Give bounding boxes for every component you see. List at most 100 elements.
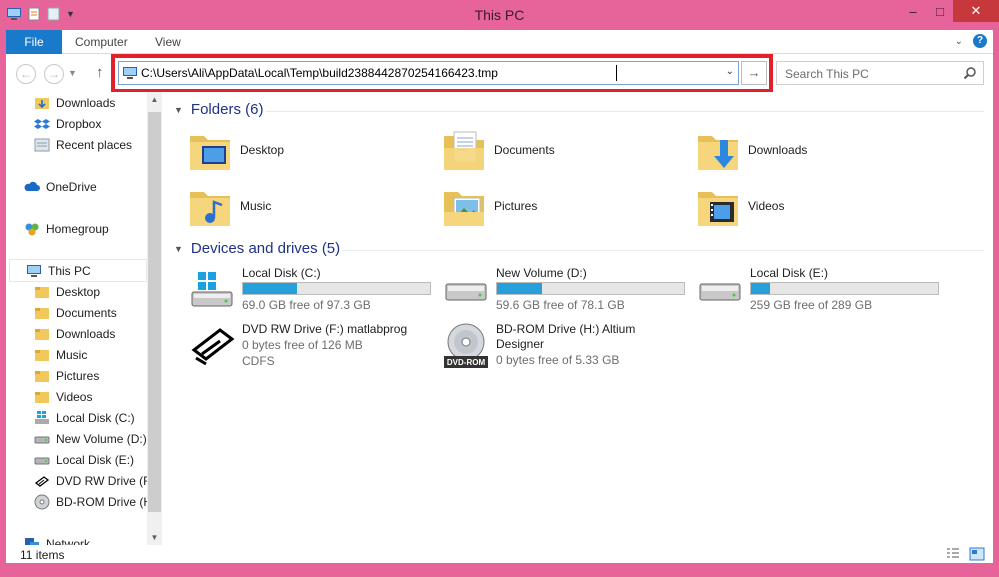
drive-icon xyxy=(34,436,50,443)
folder-icon xyxy=(35,286,49,298)
close-icon[interactable]: ✕ xyxy=(953,0,999,22)
sidebar-item-bd-rom-drive[interactable]: BD-ROM Drive (H xyxy=(34,491,162,512)
explorer-window: ▼ This PC – □ ✕ File Computer View ⌄ ? ←… xyxy=(0,0,999,577)
minimize-icon[interactable]: – xyxy=(899,0,927,22)
drives-group-header[interactable]: ▼ Devices and drives (5) xyxy=(174,240,340,257)
sidebar-scrollbar[interactable]: ▲ ▼ xyxy=(147,92,162,546)
sidebar-item-label: Desktop xyxy=(56,284,101,299)
sidebar-item-pictures[interactable]: Pictures xyxy=(34,365,162,386)
onedrive-icon xyxy=(24,181,40,191)
chevron-down-icon[interactable]: ⌄ xyxy=(726,66,734,77)
go-button[interactable]: → xyxy=(741,61,767,85)
view-buttons xyxy=(945,547,985,561)
folder-downloads[interactable]: Downloads xyxy=(690,124,930,176)
folders-header-label: Folders (6) xyxy=(190,101,264,118)
search-icon[interactable] xyxy=(963,66,977,80)
main-content: ▼ Folders (6) Desktop Documents Download… xyxy=(166,92,993,546)
sidebar-item-dropbox[interactable]: Dropbox xyxy=(34,113,162,134)
sidebar-item-label: OneDrive xyxy=(46,179,97,194)
drives-header-label: Devices and drives (5) xyxy=(190,240,341,257)
sidebar-item-label: Local Disk (C:) xyxy=(56,410,135,425)
folder-pictures[interactable]: Pictures xyxy=(436,180,676,232)
drive-label: BD-ROM Drive (H:) Altium Designer xyxy=(496,322,636,351)
address-bar[interactable]: C:\Users\Ali\AppData\Local\Temp\build238… xyxy=(118,61,739,85)
downloads-folder-icon xyxy=(35,97,49,109)
drive-new-volume-d[interactable]: New Volume (D:) 59.6 GB free of 78.1 GB xyxy=(436,266,686,322)
drive-local-disk-c[interactable]: Local Disk (C:) 69.0 GB free of 97.3 GB xyxy=(182,266,432,322)
drive-bd-rom-h[interactable]: DVD-ROM BD-ROM Drive (H:) Altium Designe… xyxy=(436,322,686,370)
sidebar-item-label: Music xyxy=(56,347,88,362)
windows-drive-icon xyxy=(191,272,233,307)
homegroup-icon xyxy=(25,223,39,235)
tab-view[interactable]: View xyxy=(155,30,181,54)
drive-free-space: 259 GB free of 289 GB xyxy=(750,298,873,312)
ribbon-tabs: File Computer View ⌄ ? xyxy=(6,30,993,54)
maximize-icon[interactable]: □ xyxy=(927,0,953,22)
drive-free-space: 0 bytes free of 126 MB xyxy=(242,338,363,352)
recent-places-icon xyxy=(34,138,50,151)
folder-videos[interactable]: Videos xyxy=(690,180,930,232)
sidebar-item-onedrive[interactable]: OneDrive xyxy=(24,176,162,197)
sidebar-item-label: Dropbox xyxy=(56,116,102,131)
help-icon[interactable]: ? xyxy=(973,34,987,48)
sidebar-item-label: Downloads xyxy=(56,95,116,110)
sidebar-item-downloads[interactable]: Downloads xyxy=(34,92,162,113)
back-icon[interactable]: ← xyxy=(16,64,36,84)
sidebar-item-recent-places[interactable]: Recent places xyxy=(34,134,162,155)
downloads-folder-icon xyxy=(698,136,738,170)
videos-folder-icon xyxy=(698,192,738,226)
sidebar-item-this-pc[interactable]: This PC xyxy=(9,259,147,282)
sidebar-item-local-disk-e[interactable]: Local Disk (E:) xyxy=(34,449,162,470)
details-view-icon[interactable] xyxy=(945,547,961,561)
folder-documents[interactable]: Documents xyxy=(436,124,676,176)
recent-locations-icon[interactable]: ▼ xyxy=(68,68,77,78)
drive-usage-bar xyxy=(750,282,939,295)
this-pc-icon xyxy=(123,67,137,79)
address-path[interactable]: C:\Users\Ali\AppData\Local\Temp\build238… xyxy=(141,66,498,80)
folder-icon xyxy=(35,370,49,382)
drive-label: Local Disk (C:) xyxy=(242,266,321,280)
sidebar-item-label: Pictures xyxy=(56,368,100,383)
navigation-pane: Downloads Dropbox Recent places OneDrive… xyxy=(6,92,162,546)
folder-desktop[interactable]: Desktop xyxy=(182,124,422,176)
sidebar-item-local-disk-c[interactable]: Local Disk (C:) xyxy=(34,407,162,428)
drive-dvd-rw-f[interactable]: DVD RW Drive (F:) matlabprog 0 bytes fre… xyxy=(182,322,432,370)
search-box[interactable]: Search This PC xyxy=(776,61,984,85)
scroll-down-icon[interactable]: ▼ xyxy=(147,530,162,546)
sidebar-item-documents[interactable]: Documents xyxy=(34,302,162,323)
large-icons-view-icon[interactable] xyxy=(969,547,985,561)
tab-computer[interactable]: Computer xyxy=(75,30,128,54)
sidebar-item-label: Homegroup xyxy=(46,221,109,236)
scroll-up-icon[interactable]: ▲ xyxy=(147,92,162,108)
scrollbar-thumb[interactable] xyxy=(148,112,161,512)
drive-free-space: 59.6 GB free of 78.1 GB xyxy=(496,298,625,312)
up-icon[interactable]: ↑ xyxy=(96,64,104,81)
folder-icon xyxy=(35,307,49,319)
sidebar-item-label: New Volume (D:) xyxy=(56,431,147,446)
collapse-chevron-icon[interactable]: ▼ xyxy=(174,105,183,115)
sidebar-item-new-volume-d[interactable]: New Volume (D:) xyxy=(34,428,162,449)
sidebar-item-label: Videos xyxy=(56,389,93,404)
sidebar-item-desktop[interactable]: Desktop xyxy=(34,281,162,302)
drive-usage-bar xyxy=(496,282,685,295)
folder-label: Desktop xyxy=(240,143,285,157)
sidebar-item-music[interactable]: Music xyxy=(34,344,162,365)
folder-music[interactable]: Music xyxy=(182,180,422,232)
sidebar-item-downloads-pc[interactable]: Downloads xyxy=(34,323,162,344)
drive-local-disk-e[interactable]: Local Disk (E:) 259 GB free of 289 GB xyxy=(690,266,940,322)
windows-drive-icon xyxy=(35,410,49,424)
sidebar-item-homegroup[interactable]: Homegroup xyxy=(24,218,162,239)
navigation-bar: ← → ▼ ↑ C:\Users\Ali\AppData\Local\Temp\… xyxy=(6,54,993,93)
expand-ribbon-icon[interactable]: ⌄ xyxy=(955,36,963,47)
folders-group-header[interactable]: ▼ Folders (6) xyxy=(174,101,263,118)
sidebar-item-dvd-rw-drive[interactable]: DVD RW Drive (F: xyxy=(34,470,162,491)
sidebar-item-label: DVD RW Drive (F: xyxy=(56,473,154,488)
collapse-chevron-icon[interactable]: ▼ xyxy=(174,244,183,254)
tab-file[interactable]: File xyxy=(6,30,62,54)
dropbox-icon xyxy=(34,118,50,129)
sidebar-item-videos[interactable]: Videos xyxy=(34,386,162,407)
drive-filesystem: CDFS xyxy=(242,354,275,368)
forward-icon[interactable]: → xyxy=(44,64,64,84)
drive-label: DVD RW Drive (F:) matlabprog xyxy=(242,322,408,336)
search-input[interactable]: Search This PC xyxy=(785,67,869,81)
